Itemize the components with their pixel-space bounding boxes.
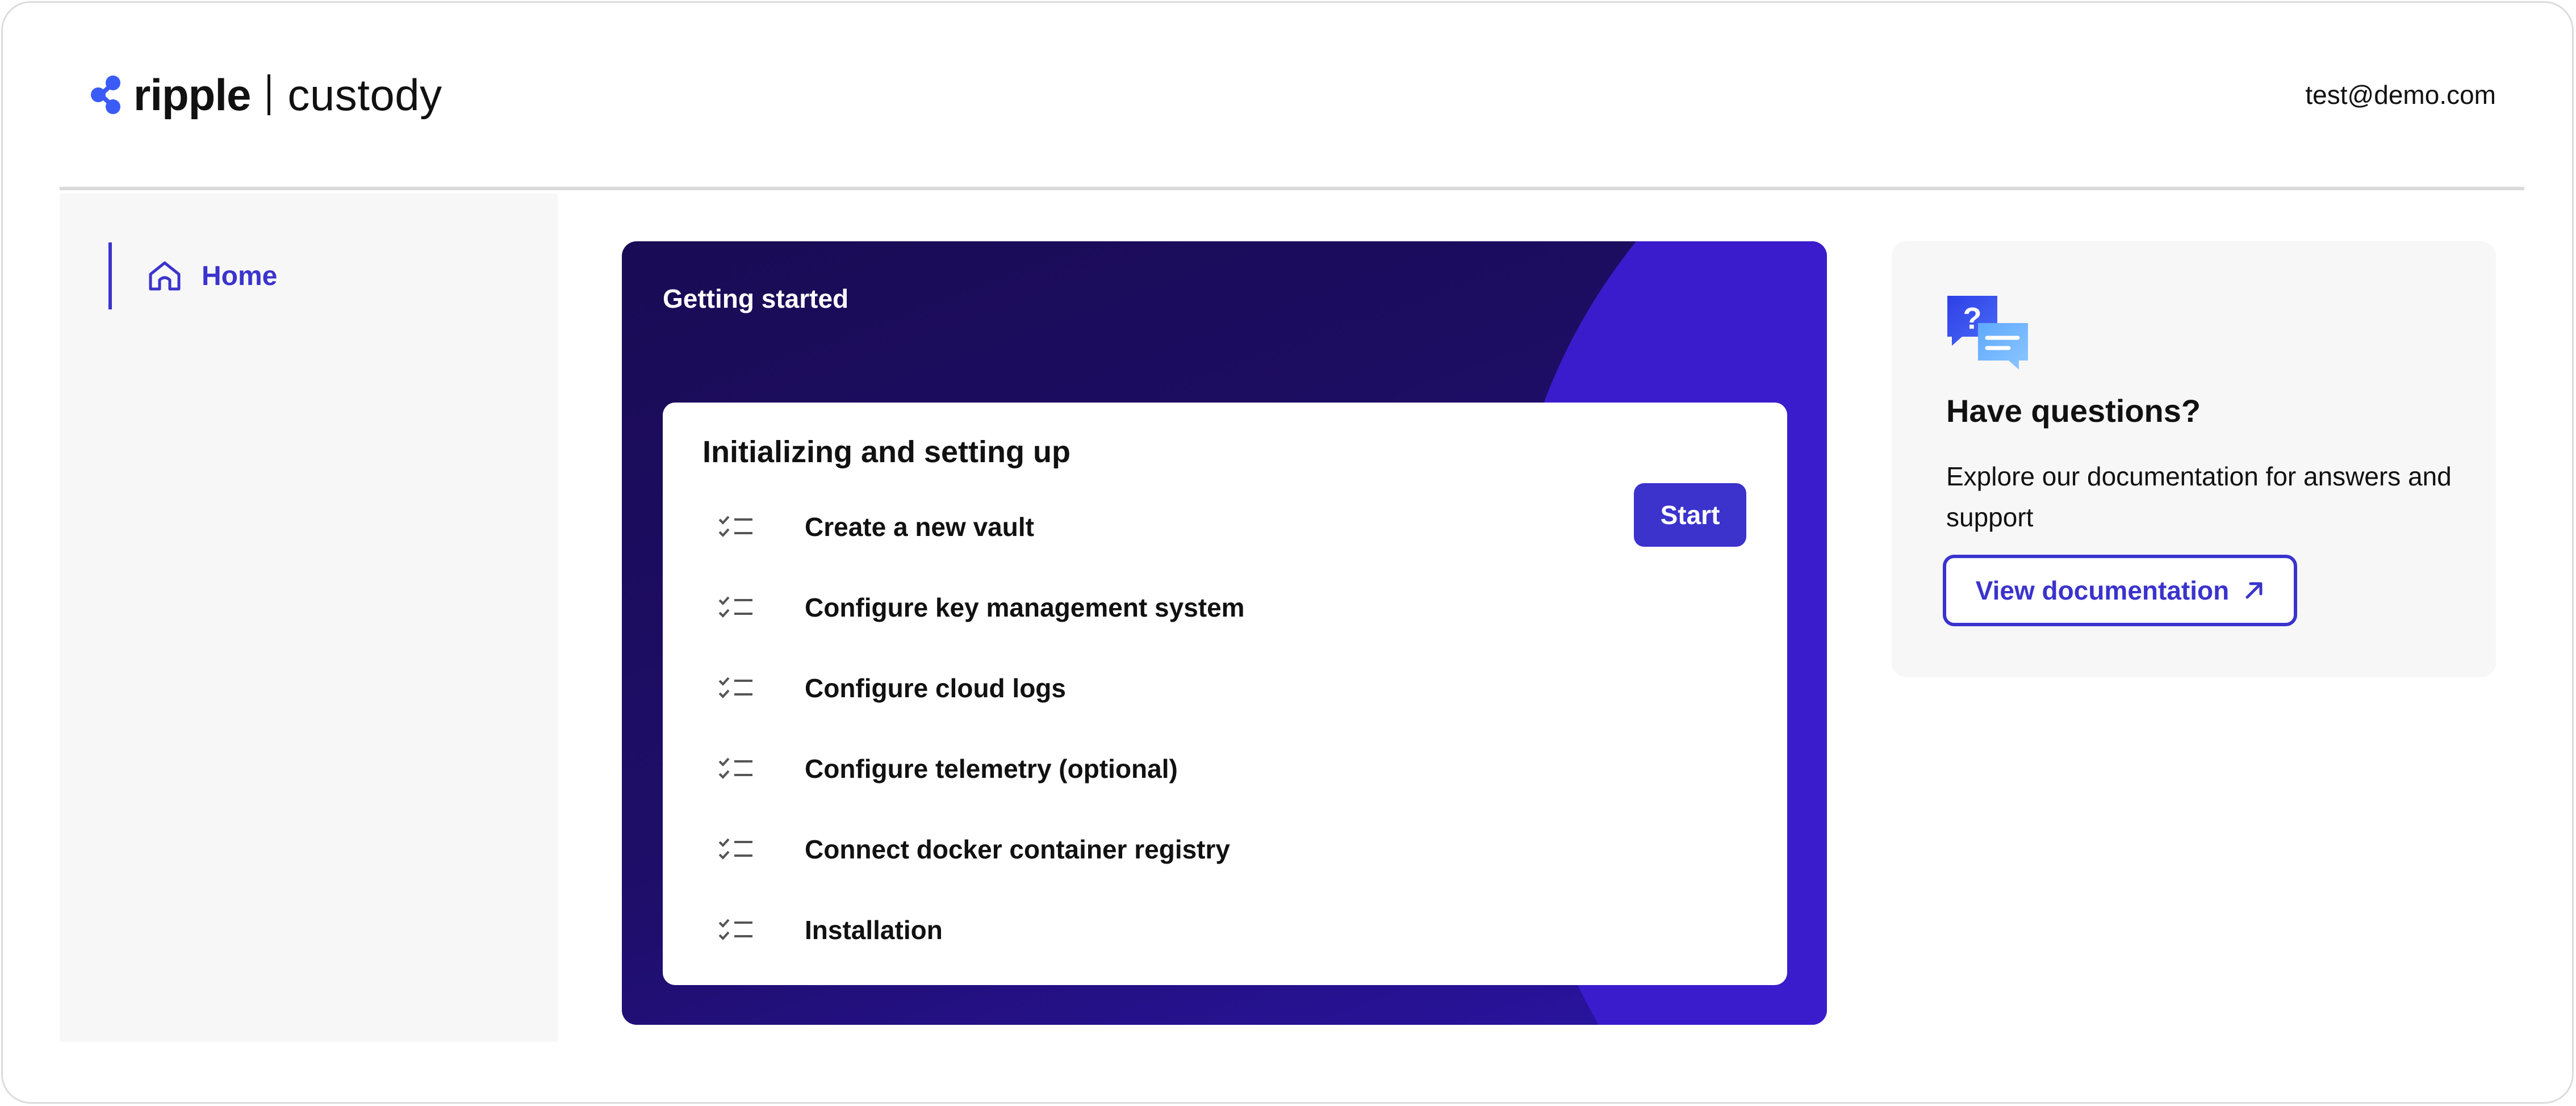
task-label: Connect docker container registry: [805, 835, 1230, 864]
task-item-cloud-logs[interactable]: Configure cloud logs: [663, 648, 1787, 728]
setup-panel: Initializing and setting up Start Create…: [663, 403, 1787, 985]
getting-started-title: Getting started: [663, 284, 849, 313]
view-documentation-button[interactable]: View documentation: [1943, 555, 2297, 626]
task-item-create-vault[interactable]: Create a new vault: [663, 487, 1787, 567]
ripple-logo-icon: [91, 76, 120, 114]
checklist-icon: [718, 757, 752, 779]
brand-logo[interactable]: ripple custody: [88, 66, 442, 123]
app-window: ripple custody test@demo.com Home Gettin…: [1, 1, 2574, 1104]
setup-section-title: Initializing and setting up: [702, 435, 1070, 469]
task-label: Create a new vault: [805, 512, 1034, 542]
task-label: Configure telemetry (optional): [805, 754, 1178, 784]
external-arrow-icon: [2245, 582, 2263, 599]
checklist-icon: [718, 919, 752, 940]
task-label: Configure key management system: [805, 593, 1245, 622]
checklist-icon: [718, 516, 752, 537]
task-list: Create a new vault Configure key managem…: [663, 487, 1787, 970]
view-documentation-label: View documentation: [1975, 576, 2230, 605]
task-item-key-management[interactable]: Configure key management system: [663, 567, 1787, 648]
logo-divider: [267, 74, 271, 115]
task-label: Installation: [805, 915, 943, 945]
sidebar: Home: [60, 194, 558, 1042]
questions-title: Have questions?: [1946, 393, 2201, 429]
home-icon: [149, 261, 181, 291]
checklist-icon: [718, 677, 752, 698]
task-label: Configure cloud logs: [805, 673, 1066, 703]
checklist-icon: [718, 596, 752, 618]
questions-card: ? Have questions? Explore our documentat…: [1892, 241, 2496, 677]
task-item-telemetry[interactable]: Configure telemetry (optional): [663, 728, 1787, 809]
questions-description: Explore our documentation for answers an…: [1946, 462, 2452, 532]
task-item-docker-registry[interactable]: Connect docker container registry: [663, 809, 1787, 890]
user-email[interactable]: test@demo.com: [2305, 79, 2496, 110]
checklist-icon: [718, 838, 752, 860]
top-header: ripple custody test@demo.com: [60, 3, 2524, 190]
sidebar-item-home[interactable]: Home: [108, 242, 392, 309]
chat-question-icon: ?: [1947, 296, 2028, 370]
task-item-installation[interactable]: Installation: [663, 890, 1787, 970]
product-name: custody: [287, 69, 442, 120]
brand-name: ripple: [133, 69, 251, 120]
getting-started-card: Getting started Initializing and setting…: [622, 241, 1827, 1025]
sidebar-item-label: Home: [202, 261, 278, 291]
